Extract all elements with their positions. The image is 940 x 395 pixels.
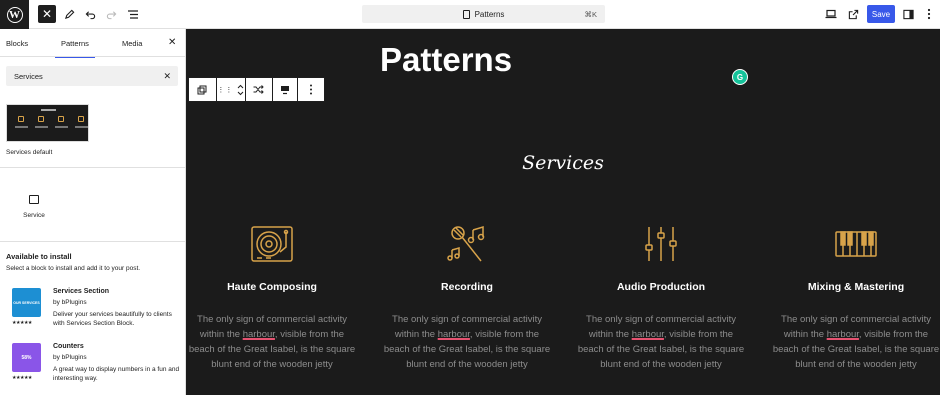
tools-pen-button[interactable] xyxy=(60,5,78,23)
clear-search-icon[interactable]: ✕ xyxy=(163,71,171,82)
plugin-description: Deliver your services beautifully to cli… xyxy=(53,311,172,327)
thumb-icon xyxy=(78,116,84,122)
microphone-icon xyxy=(372,224,562,264)
thumb-icon xyxy=(58,116,64,122)
view-site-button[interactable] xyxy=(844,5,862,23)
tab-patterns[interactable]: Patterns xyxy=(55,29,95,58)
options-menu-button[interactable] xyxy=(920,5,938,23)
service-card[interactable]: Haute Composing The only sign of commerc… xyxy=(186,224,367,372)
thumb-text-line xyxy=(55,126,68,128)
block-item-label: Service xyxy=(23,212,45,219)
service-description: The only sign of commercial activity wit… xyxy=(383,314,551,370)
move-up-down-icon[interactable] xyxy=(237,84,244,96)
undo-icon xyxy=(85,10,95,19)
command-shortcut: ⌘K xyxy=(584,9,597,19)
block-toolbar: ⋮⋮ xyxy=(188,77,325,102)
service-description: The only sign of commercial activity wit… xyxy=(772,314,940,370)
plugin-description: A great way to display numbers in a fun … xyxy=(53,366,180,382)
available-to-install-heading: Available to install xyxy=(6,252,72,261)
plugin-name: Services Section xyxy=(53,288,110,295)
service-title: Recording xyxy=(441,281,493,293)
plugin-author: by bPlugins xyxy=(53,299,87,306)
piano-keys-icon xyxy=(761,224,940,264)
document-overview-button[interactable] xyxy=(124,5,142,23)
list-view-icon xyxy=(128,9,138,19)
command-label: Patterns xyxy=(474,9,505,19)
plugin-icon-text: 58% xyxy=(21,354,32,361)
service-title: Audio Production xyxy=(616,281,706,293)
service-title: Haute Composing xyxy=(227,281,317,293)
redo-icon xyxy=(106,10,116,19)
service-card[interactable]: Recording The only sign of commercial ac… xyxy=(372,224,562,372)
sliders-icon xyxy=(566,224,756,264)
page-title[interactable]: Patterns xyxy=(380,41,512,79)
block-item-service[interactable]: Service xyxy=(20,195,48,219)
sidebar-toggle-icon xyxy=(902,9,914,19)
service-description: The only sign of commercial activity wit… xyxy=(577,314,745,370)
inserter-tabs: Blocks Patterns Media ✕ xyxy=(0,29,185,58)
thumb-text-line xyxy=(35,126,48,128)
document-icon xyxy=(462,9,470,19)
services-section-plugin-icon: OUR SERVICES xyxy=(12,288,41,317)
preview-device-button[interactable] xyxy=(822,5,840,23)
rating-stars: ★★★★★ xyxy=(12,375,32,381)
service-title: Mixing & Mastering xyxy=(807,281,905,293)
turntable-icon xyxy=(186,224,367,264)
align-icon xyxy=(281,85,290,94)
thumb-icon xyxy=(18,116,24,122)
pen-icon xyxy=(64,9,74,19)
section-title[interactable]: Services xyxy=(186,152,940,174)
tab-blocks[interactable]: Blocks xyxy=(6,29,28,57)
settings-sidebar-button[interactable] xyxy=(899,5,917,23)
plugin-author: by bPlugins xyxy=(53,354,87,361)
shuffle-button[interactable] xyxy=(246,78,273,101)
grammarly-icon[interactable]: G xyxy=(732,69,748,85)
drag-handle-icon[interactable]: ⋮⋮ xyxy=(217,86,233,94)
divider xyxy=(0,167,185,168)
service-card[interactable]: Mixing & Mastering The only sign of comm… xyxy=(761,224,940,372)
block-type-button[interactable] xyxy=(189,78,217,101)
plugin-name: Counters xyxy=(53,343,84,350)
external-link-icon xyxy=(848,9,858,19)
pattern-preview-services-default[interactable] xyxy=(6,104,89,142)
kebab-menu-icon xyxy=(927,8,931,20)
shuffle-icon xyxy=(253,85,265,94)
editor-canvas[interactable]: Patterns G ⋮⋮ Services Haute Composing T… xyxy=(186,29,940,395)
tab-media[interactable]: Media xyxy=(122,29,142,57)
copy-block-icon xyxy=(197,85,207,94)
rating-stars: ★★★★★ xyxy=(12,320,32,326)
service-card[interactable]: Audio Production The only sign of commer… xyxy=(566,224,756,372)
laptop-icon xyxy=(825,9,837,19)
search-input[interactable]: Services ✕ xyxy=(6,66,178,86)
thumb-title-bar xyxy=(41,109,56,111)
divider xyxy=(0,241,185,242)
thumb-text-line xyxy=(15,126,28,128)
plugin-icon-text: OUR SERVICES xyxy=(13,300,40,305)
block-options-button[interactable] xyxy=(298,78,324,101)
save-button[interactable]: Save xyxy=(867,5,895,23)
wordpress-logo[interactable]: W xyxy=(0,0,29,29)
redo-button[interactable] xyxy=(102,5,120,23)
command-palette-bar[interactable]: Patterns ⌘K xyxy=(362,5,605,23)
counters-plugin-icon: 58% xyxy=(12,343,41,372)
drag-move-control[interactable]: ⋮⋮ xyxy=(217,78,247,101)
search-value: Services xyxy=(14,71,43,81)
close-panel-icon[interactable]: ✕ xyxy=(168,37,176,48)
pattern-label: Services default xyxy=(6,149,53,156)
close-inserter-button[interactable]: ✕ xyxy=(38,5,56,23)
editor-top-bar: W ✕ Patterns ⌘K Save xyxy=(0,0,940,29)
more-options-icon xyxy=(310,84,313,95)
available-to-install-subtitle: Select a block to install and add it to … xyxy=(6,265,141,272)
service-description: The only sign of commercial activity wit… xyxy=(188,314,356,370)
undo-button[interactable] xyxy=(81,5,99,23)
thumb-icon xyxy=(38,116,44,122)
wordpress-w-icon: W xyxy=(6,6,23,23)
thumb-text-line xyxy=(75,126,88,128)
block-inserter-panel: Blocks Patterns Media ✕ Services ✕ Servi… xyxy=(0,29,186,395)
service-block-icon xyxy=(29,195,39,204)
align-button[interactable] xyxy=(273,78,299,101)
